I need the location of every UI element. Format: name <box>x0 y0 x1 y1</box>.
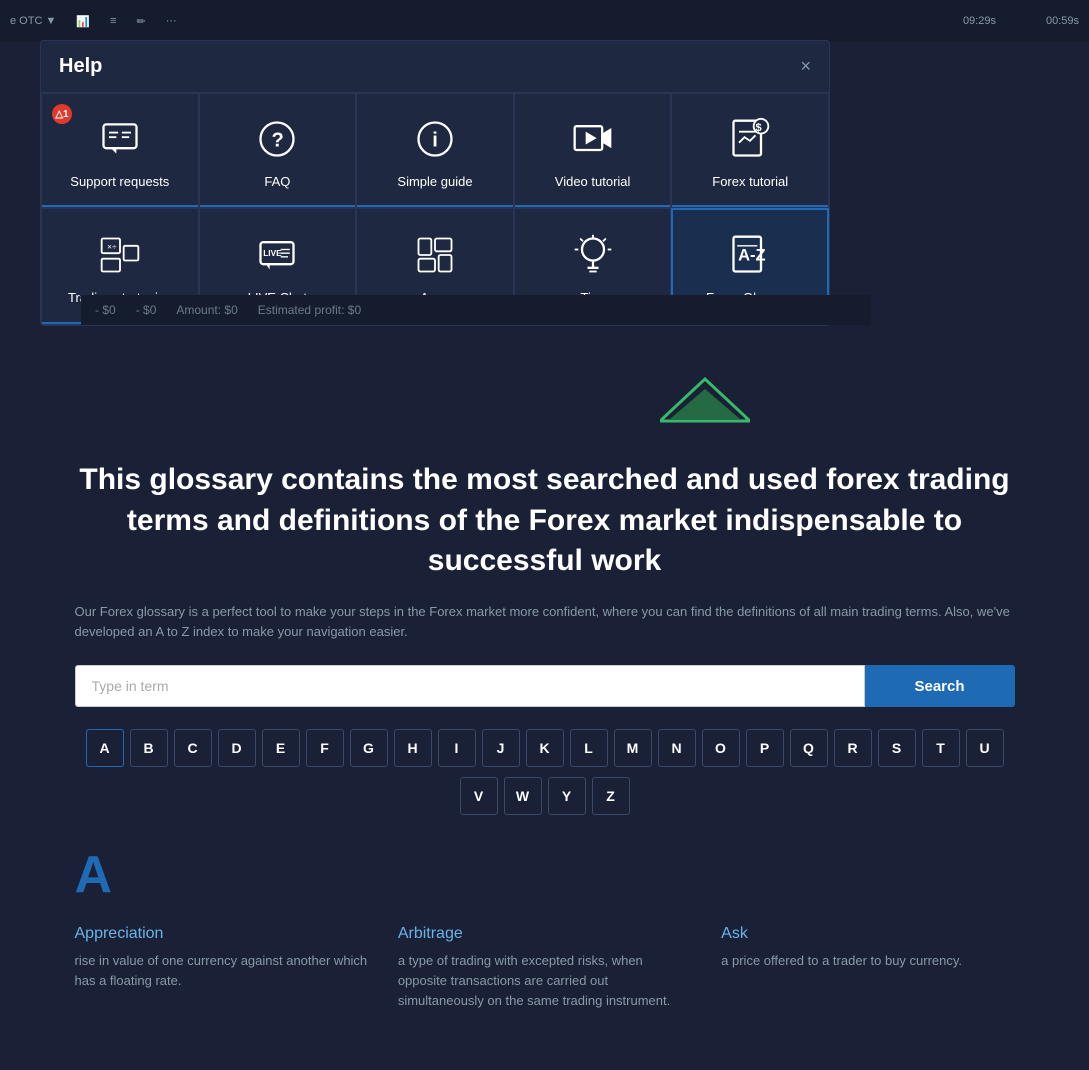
term-ask-def: a price offered to a trader to buy curre… <box>721 951 1014 971</box>
svg-text:×÷: ×÷ <box>107 242 117 251</box>
svg-text:i: i <box>432 129 438 151</box>
glossary-headline: This glossary contains the most searched… <box>75 460 1015 582</box>
video-icon <box>571 114 615 164</box>
help-item-support-requests-label: Support requests <box>70 174 169 191</box>
help-item-faq-label: FAQ <box>264 174 290 191</box>
logo-area <box>660 375 750 430</box>
help-item-support-requests[interactable]: △1 Support requests <box>41 93 199 208</box>
help-item-faq[interactable]: ? FAQ <box>199 93 357 208</box>
search-button[interactable]: Search <box>865 665 1015 707</box>
help-item-forex-tutorial[interactable]: $ Forex tutorial <box>671 93 829 208</box>
platform-icon4: ··· <box>166 15 177 27</box>
term-arbitrage-def: a type of trading with excepted risks, w… <box>398 951 691 1011</box>
help-title: Help <box>59 55 102 78</box>
term-appreciation-name: Appreciation <box>75 925 368 943</box>
alpha-btn-e[interactable]: E <box>262 729 300 767</box>
info-icon: i <box>413 114 457 164</box>
alpha-btn-f[interactable]: F <box>306 729 344 767</box>
search-input[interactable] <box>75 665 865 707</box>
platform-time1: 09:29s <box>963 15 996 27</box>
book-chart-icon: $ <box>728 114 772 164</box>
alpha-btn-s[interactable]: S <box>878 729 916 767</box>
platform-topbar: e OTC ▼ 📊 ≡ ✏ ··· 09:29s 00:59s <box>0 0 1089 42</box>
glossary-inner: This glossary contains the most searched… <box>45 430 1045 1042</box>
term-arbitrage: Arbitrage a type of trading with excepte… <box>398 925 691 1011</box>
active-border <box>357 205 513 207</box>
tips-icon <box>571 230 615 280</box>
alpha-btn-a[interactable]: A <box>86 729 124 767</box>
bottom-val1: - $0 <box>95 303 116 317</box>
alpha-btn-i[interactable]: I <box>438 729 476 767</box>
glossary-letter-heading: A <box>75 845 1015 905</box>
alpha-btn-m[interactable]: M <box>614 729 652 767</box>
question-icon: ? <box>255 114 299 164</box>
active-border <box>672 205 828 207</box>
term-arbitrage-name: Arbitrage <box>398 925 691 943</box>
alpha-btn-p[interactable]: P <box>746 729 784 767</box>
help-item-simple-guide[interactable]: i Simple guide <box>356 93 514 208</box>
platform-icon1: 📊 <box>76 15 90 28</box>
alpha-btn-h[interactable]: H <box>394 729 432 767</box>
glossary-subtext: Our Forex glossary is a perfect tool to … <box>75 602 1015 644</box>
term-appreciation-def: rise in value of one currency against an… <box>75 951 368 991</box>
bottom-bar: - $0 - $0 Amount: $0 Estimated profit: $… <box>81 295 871 325</box>
live-chat-icon: LIVE <box>255 230 299 280</box>
platform-symbol: e OTC ▼ <box>10 15 56 27</box>
alpha-btn-w[interactable]: W <box>504 777 542 815</box>
svg-text:?: ? <box>272 129 284 151</box>
glossary-icon: A-Z <box>728 230 772 280</box>
help-item-video-tutorial[interactable]: Video tutorial <box>514 93 672 208</box>
bottom-val4: Estimated profit: $0 <box>258 303 361 317</box>
help-grid: △1 Support requests ? <box>41 93 829 325</box>
bottom-val3: Amount: $0 <box>176 303 237 317</box>
chat-icon <box>98 114 142 164</box>
active-border <box>42 205 198 207</box>
svg-text:$: $ <box>756 122 762 134</box>
help-item-forex-tutorial-label: Forex tutorial <box>712 174 788 191</box>
bottom-val2: - $0 <box>136 303 157 317</box>
alpha-btn-y[interactable]: Y <box>548 777 586 815</box>
term-ask-name: Ask <box>721 925 1014 943</box>
alpha-btn-j[interactable]: J <box>482 729 520 767</box>
svg-text:LIVE: LIVE <box>264 249 283 258</box>
alpha-btn-l[interactable]: L <box>570 729 608 767</box>
glossary-section: This glossary contains the most searched… <box>0 430 1089 1070</box>
alpha-btn-z[interactable]: Z <box>592 777 630 815</box>
term-ask: Ask a price offered to a trader to buy c… <box>721 925 1014 1011</box>
help-item-video-tutorial-label: Video tutorial <box>555 174 631 191</box>
help-item-simple-guide-label: Simple guide <box>397 174 472 191</box>
platform-time2: 00:59s <box>1046 15 1079 27</box>
alphabet-row1: A B C D E F G H I J K L M N O P Q R S T … <box>75 729 1015 767</box>
alpha-btn-c[interactable]: C <box>174 729 212 767</box>
active-border <box>200 205 356 207</box>
alpha-btn-r[interactable]: R <box>834 729 872 767</box>
alpha-btn-n[interactable]: N <box>658 729 696 767</box>
notification-badge: △1 <box>52 104 72 124</box>
active-border <box>515 205 671 207</box>
search-row: Search <box>75 665 1015 707</box>
alpha-btn-q[interactable]: Q <box>790 729 828 767</box>
close-button[interactable]: × <box>800 56 811 77</box>
alpha-btn-g[interactable]: G <box>350 729 388 767</box>
term-appreciation: Appreciation rise in value of one curren… <box>75 925 368 1011</box>
strategy-icon: ×÷ <box>98 230 142 280</box>
alpha-btn-b[interactable]: B <box>130 729 168 767</box>
alphabet-row2: V W Y Z <box>75 777 1015 815</box>
apps-icon <box>413 230 457 280</box>
alpha-btn-o[interactable]: O <box>702 729 740 767</box>
svg-text:A-Z: A-Z <box>738 246 766 264</box>
alpha-btn-d[interactable]: D <box>218 729 256 767</box>
platform-icon3: ✏ <box>136 15 145 28</box>
platform-icon2: ≡ <box>110 15 116 27</box>
alpha-btn-v[interactable]: V <box>460 777 498 815</box>
help-header: Help × <box>41 41 829 93</box>
alpha-btn-t[interactable]: T <box>922 729 960 767</box>
alpha-btn-u[interactable]: U <box>966 729 1004 767</box>
alpha-btn-k[interactable]: K <box>526 729 564 767</box>
glossary-terms: Appreciation rise in value of one curren… <box>75 925 1015 1011</box>
help-panel: Help × △1 Support requests <box>40 40 830 326</box>
